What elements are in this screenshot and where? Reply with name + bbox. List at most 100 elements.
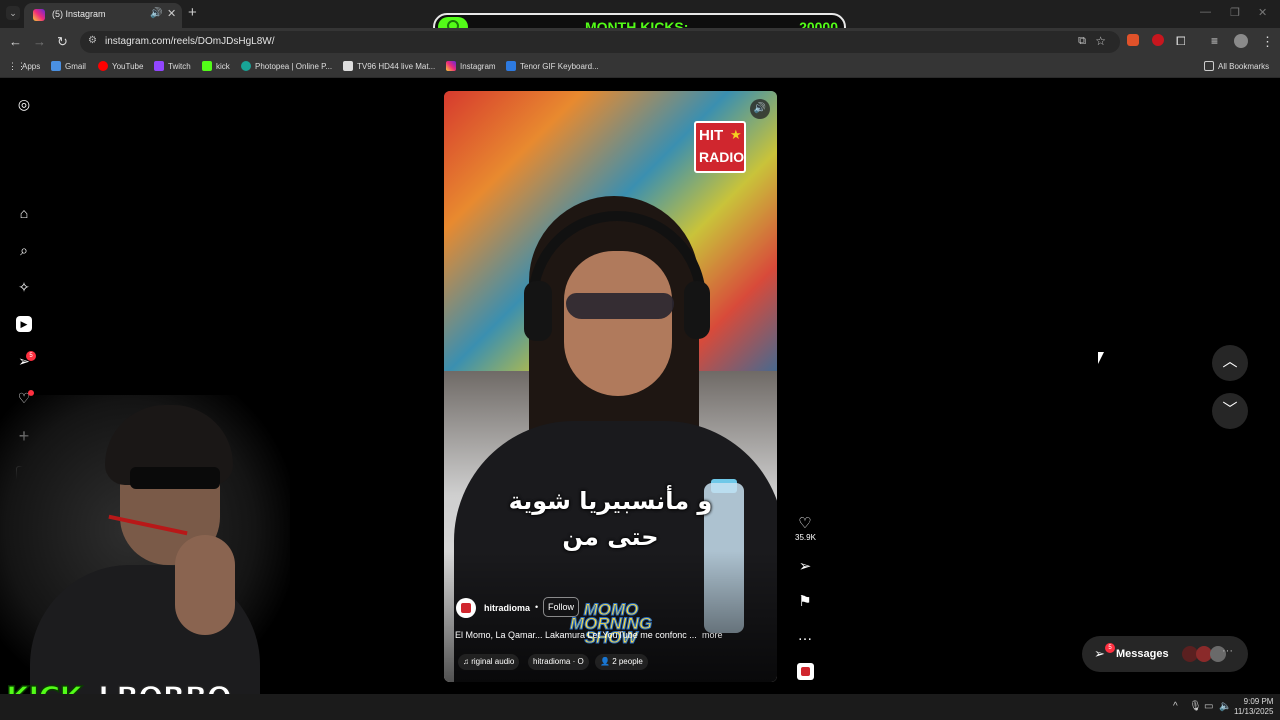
instagram-icon xyxy=(446,61,456,71)
bookmark-youtube[interactable]: YouTube xyxy=(98,61,143,71)
tab-title: (5) Instagram xyxy=(52,9,106,19)
bookmark-gmail[interactable]: Gmail xyxy=(51,61,86,71)
tagged-people-pill[interactable]: 👤 2 people xyxy=(595,654,648,670)
extension-icon-1[interactable] xyxy=(1127,34,1139,46)
audio-pill[interactable]: ♫ riginal audio xyxy=(458,654,520,670)
system-clock[interactable]: 9:09 PM 11/13/2025 xyxy=(1234,697,1273,717)
cast-icon[interactable]: ⧉ xyxy=(1078,35,1086,48)
author-username[interactable]: hitradioma xyxy=(484,603,530,613)
reels-icon[interactable]: ▶ xyxy=(16,316,32,332)
streamer-hand xyxy=(175,535,235,635)
person-icon: 👤 xyxy=(600,657,613,666)
next-reel-button[interactable]: ﹀ xyxy=(1212,393,1248,429)
reel-caption: El Momo, La Qamar... Lakamura Let YouTub… xyxy=(455,630,697,640)
bookmark-tv96[interactable]: TV96 HD44 live Mat... xyxy=(343,61,435,71)
bookmark-photopea[interactable]: Photopea | Online P... xyxy=(241,61,332,71)
bookmark-twitch[interactable]: Twitch xyxy=(154,61,191,71)
send-icon: ➢ xyxy=(798,558,812,575)
reload-icon[interactable]: ↻ xyxy=(57,34,68,50)
youtube-icon xyxy=(98,61,108,71)
back-icon[interactable]: ← xyxy=(9,34,22,49)
messages-button[interactable]: ➢ 5 Messages ··· xyxy=(1082,636,1248,672)
bookmarks-bar: ⋮⋮ Apps Gmail YouTube Twitch kick Photope… xyxy=(0,56,1280,78)
bookmark-instagram[interactable]: Instagram xyxy=(446,61,496,71)
subtitle-line-1: و مأنسبيريا شوية xyxy=(508,487,713,515)
music-note-icon: ♫ xyxy=(463,657,472,666)
audio-thumbnail[interactable] xyxy=(797,663,814,680)
separator: • xyxy=(535,602,539,612)
network-icon[interactable]: ▭ xyxy=(1204,701,1213,712)
headphone-left xyxy=(524,281,552,341)
tv96-icon xyxy=(343,61,353,71)
url-text: instagram.com/reels/DOmJDsHgL8W/ xyxy=(105,36,275,47)
like-button[interactable]: ♡ 35.9K xyxy=(795,515,816,542)
tab-search-icon[interactable]: ⌄ xyxy=(6,6,20,20)
more-dots-icon: … xyxy=(797,627,813,644)
mouse-cursor-icon xyxy=(1098,352,1104,364)
all-bookmarks[interactable]: All Bookmarks xyxy=(1204,61,1269,71)
bookmark-icon: ⚑ xyxy=(798,593,812,610)
streamer-webcam xyxy=(0,395,290,705)
apps-grid-icon: ⋮⋮ xyxy=(8,61,26,71)
forward-icon[interactable]: → xyxy=(33,34,46,49)
chevron-down-icon: ﹀ xyxy=(1222,401,1238,418)
caption-more-link[interactable]: more xyxy=(702,630,723,640)
tab-close-icon[interactable]: ✕ xyxy=(167,7,176,20)
home-icon[interactable]: ⌂ xyxy=(16,205,32,221)
site-info-icon[interactable]: ⚙ xyxy=(88,35,97,46)
more-dots-icon: ··· xyxy=(1222,645,1233,657)
tenor-gif-icon xyxy=(506,61,516,71)
bookmark-kick[interactable]: kick xyxy=(202,61,230,71)
extensions-puzzle-icon[interactable]: ⧠ xyxy=(1176,34,1186,49)
reel-video[interactable]: HIT ★ RADIO 🔊 و مأنسبيريا شوية حتى من MO… xyxy=(444,91,777,682)
gmail-icon xyxy=(51,61,61,71)
headphone-right xyxy=(684,281,710,339)
media-controls-icon[interactable]: ≡ xyxy=(1211,34,1218,48)
subtitle-line-2: حتى من xyxy=(562,523,659,551)
more-options-button[interactable]: … xyxy=(795,627,815,645)
address-bar[interactable]: ⚙ instagram.com/reels/DOmJDsHgL8W/ ⧉ ☆ xyxy=(80,31,1120,53)
instagram-logo-icon[interactable]: ◎ xyxy=(16,96,32,112)
extension-icon-2[interactable] xyxy=(1152,34,1164,46)
clock-time: 9:09 PM xyxy=(1243,697,1274,706)
explore-compass-icon[interactable]: ✧ xyxy=(16,279,32,295)
heart-icon: ♡ xyxy=(798,515,812,532)
streamer-sunglasses xyxy=(130,467,220,489)
save-button[interactable]: ⚑ xyxy=(795,593,815,611)
bookmark-apps[interactable]: ⋮⋮ Apps xyxy=(8,61,40,71)
instagram-favicon-icon xyxy=(33,9,45,21)
profile-avatar[interactable] xyxy=(1234,34,1248,48)
clock-date: 11/13/2025 xyxy=(1234,707,1274,716)
chevron-up-icon: ︿ xyxy=(1222,353,1238,370)
kick-icon xyxy=(202,61,212,71)
twitch-icon xyxy=(154,61,164,71)
chrome-menu-icon[interactable]: ⋮ xyxy=(1261,34,1274,50)
tab-audio-icon[interactable]: 🔊 xyxy=(150,8,162,19)
messages-count-badge: 5 xyxy=(1105,643,1115,653)
audio-user-pill[interactable]: hitradioma · O xyxy=(528,654,589,670)
tab-instagram[interactable]: (5) Instagram 🔊 ✕ xyxy=(24,3,182,28)
bookmark-star-icon[interactable]: ☆ xyxy=(1095,34,1106,48)
sound-toggle-icon[interactable]: 🔊 xyxy=(750,99,770,119)
tray-chevron-icon[interactable]: ^ xyxy=(1173,701,1178,712)
follow-button[interactable]: Follow xyxy=(543,597,580,617)
like-count: 35.9K xyxy=(795,533,816,542)
folder-icon xyxy=(1204,61,1214,71)
author-avatar[interactable] xyxy=(456,598,476,618)
previous-reel-button[interactable]: ︿ xyxy=(1212,345,1248,381)
messages-send-icon: ➢ xyxy=(1094,646,1105,661)
navigation-bar: ← → ↻ ⚙ instagram.com/reels/DOmJDsHgL8W/… xyxy=(0,28,1280,56)
minimize-icon[interactable]: — xyxy=(1200,6,1211,18)
new-tab-button[interactable]: + xyxy=(188,4,197,21)
messages-label: Messages xyxy=(1116,648,1169,660)
volume-icon[interactable]: 🔈 xyxy=(1219,701,1231,712)
close-window-icon[interactable]: ✕ xyxy=(1258,6,1267,19)
microphone-icon[interactable]: 🎙 xyxy=(1189,701,1202,712)
photopea-icon xyxy=(241,61,251,71)
restore-icon[interactable]: ❐ xyxy=(1230,6,1240,19)
windows-taskbar: ^ 🎙 ▭ 🔈 9:09 PM 11/13/2025 xyxy=(0,694,1280,720)
share-button[interactable]: ➢ xyxy=(795,558,815,576)
star-icon: ★ xyxy=(730,127,742,142)
search-icon[interactable]: ⌕ xyxy=(16,242,32,258)
bookmark-tenor[interactable]: Tenor GIF Keyboard... xyxy=(506,61,599,71)
